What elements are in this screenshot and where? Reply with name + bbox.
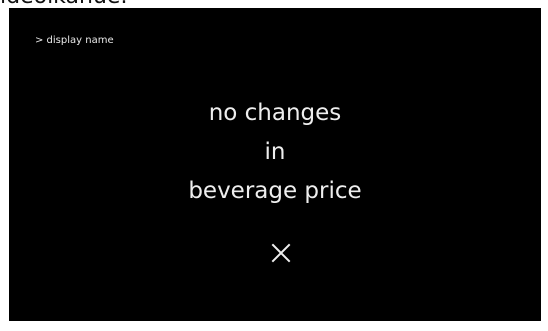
message-line-1: no changes [208,100,342,126]
message-line-3: beverage price [188,178,362,204]
display-screen: > display name no changes in beverage pr… [9,8,541,321]
message-line-2: in [264,139,286,165]
status-message: no changes in beverage price [9,94,541,211]
page-canvas: ideoikanue. > display name no changes in… [0,0,548,331]
breadcrumb: > display name [35,35,114,46]
top-caption: ideoikanue. [0,0,548,8]
close-button[interactable] [265,237,297,269]
close-icon [271,243,291,263]
